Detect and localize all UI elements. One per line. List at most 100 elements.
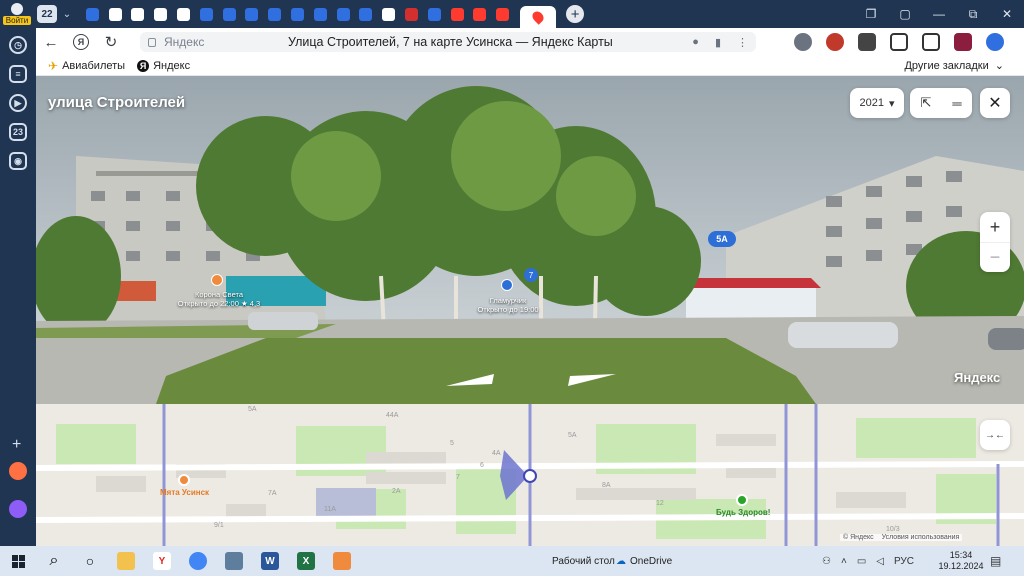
map-label: 8А [602, 482, 611, 489]
pinned-tab[interactable] [332, 0, 355, 28]
yandex-button[interactable]: Я [73, 34, 89, 50]
poi-marker[interactable] [178, 474, 190, 486]
pinned-tab[interactable] [309, 0, 332, 28]
pinned-tab[interactable] [355, 0, 378, 28]
poi-label[interactable]: Корона Света Открыто до 22:00 ★ 4,3 [164, 290, 274, 308]
protect-icon[interactable] [794, 33, 812, 51]
taskbar-calculator[interactable] [216, 546, 252, 576]
clipboard-icon[interactable] [922, 33, 940, 51]
pinned-tab[interactable] [104, 0, 127, 28]
new-tab-button[interactable]: + [566, 5, 585, 23]
more-icon[interactable]: ⋮ [737, 36, 748, 49]
onedrive[interactable]: ☁ OneDrive [616, 556, 672, 567]
chevron-up-icon[interactable]: ˄ [841, 556, 847, 567]
zoom-in-button[interactable]: + [980, 212, 1010, 242]
ext-icon[interactable] [858, 33, 876, 51]
collections-icon[interactable]: ≡ [9, 65, 27, 83]
open-external-icon[interactable]: ⇱ [920, 95, 931, 111]
pinned-tab[interactable] [172, 0, 195, 28]
taskbar-app[interactable] [324, 546, 360, 576]
mini-map[interactable]: 5А 44А 5 7 4А 7А 2А 6 8А 9/1 11А 5А 12 1… [36, 404, 1024, 546]
pinned-tab[interactable] [127, 0, 150, 28]
poi-name[interactable]: Мята Усинск [160, 488, 209, 497]
year-select[interactable]: 2021 ▾ [850, 88, 904, 118]
ext-icon[interactable] [954, 33, 972, 51]
maximize-button[interactable]: ⧉ [956, 7, 990, 22]
house-number-marker[interactable]: 7 [524, 268, 538, 282]
taskbar-explorer[interactable] [108, 546, 144, 576]
address-bar[interactable]: Яндекс Улица Строителей, 7 на карте Усин… [140, 32, 756, 52]
taskbar-word[interactable]: W [252, 546, 288, 576]
active-tab[interactable] [520, 6, 557, 28]
clock[interactable]: 15:34 19.12.2024 [938, 550, 984, 572]
collapse-map-button[interactable]: →← [980, 420, 1010, 450]
bookmark-icon[interactable]: ▮ [715, 36, 721, 49]
back-button[interactable]: ← [36, 34, 66, 51]
download-icon[interactable] [986, 33, 1004, 51]
yandex-icon [496, 7, 510, 21]
map-label: 4А [492, 450, 501, 457]
notifications-icon[interactable]: ▤ [990, 554, 1001, 568]
tab-manager-icon[interactable]: ❐ [854, 7, 888, 21]
pinned-tab[interactable] [400, 0, 423, 28]
other-bookmarks[interactable]: Другие закладки ⌄ [904, 59, 1004, 73]
taskbar-chrome[interactable] [180, 546, 216, 576]
pinned-tab[interactable] [377, 0, 400, 28]
start-button[interactable] [0, 546, 36, 576]
poi-marker[interactable] [736, 494, 748, 506]
pinned-tab[interactable] [491, 0, 514, 28]
zoom-out-button[interactable]: − [980, 242, 1010, 272]
pinned-tab[interactable] [81, 0, 104, 28]
pinned-tab[interactable] [446, 0, 469, 28]
calendar-icon[interactable]: 23 [9, 123, 27, 141]
terms-link[interactable]: Условия использования [882, 534, 960, 541]
screenshot-icon[interactable]: ◉ [9, 152, 27, 170]
language-indicator[interactable]: РУС [894, 556, 914, 567]
puzzle-icon[interactable] [890, 33, 908, 51]
close-panorama-button[interactable]: ✕ [980, 88, 1010, 118]
pinned-tab[interactable] [241, 0, 264, 28]
zen-icon[interactable] [9, 462, 27, 480]
pinned-tab[interactable] [218, 0, 241, 28]
cortana-icon[interactable]: ○ [72, 546, 108, 576]
minimize-button[interactable]: — [922, 7, 956, 21]
volume-icon[interactable]: ◁ [876, 556, 884, 567]
heart-icon [473, 7, 487, 21]
location-icon[interactable]: ● [692, 36, 699, 49]
pinned-tab[interactable] [469, 0, 492, 28]
video-icon[interactable]: ▶ [9, 94, 27, 112]
bookmark-avia[interactable]: ✈ Авиабилеты [48, 59, 125, 73]
poi-marker[interactable] [211, 274, 223, 286]
poi-label[interactable]: Гламурчик Открыто до 19:00 [468, 296, 548, 314]
alice-icon[interactable] [9, 500, 27, 518]
chevron-down-icon[interactable]: ⌄ [57, 4, 77, 24]
search-icon[interactable]: ⌕ [36, 546, 72, 576]
menu-icon[interactable]: ═ [952, 96, 961, 111]
bookmark-panel-icon[interactable]: ▢ [888, 7, 922, 21]
poi-name[interactable]: Будь Здоров! [716, 508, 770, 517]
house-number-badge[interactable]: 5А [708, 231, 736, 247]
desktop-toolbar[interactable]: Рабочий стол [552, 556, 615, 567]
pinned-tab[interactable] [263, 0, 286, 28]
bookmark-yandex[interactable]: Я Яндекс [137, 59, 190, 72]
map-label: 6 [480, 462, 484, 469]
add-panel-icon[interactable]: + [12, 436, 21, 454]
reload-button[interactable]: ↻ [96, 33, 126, 51]
pinned-tabs [81, 0, 514, 28]
pinned-tab[interactable] [149, 0, 172, 28]
close-window-button[interactable]: ✕ [990, 7, 1024, 21]
pinned-tab[interactable] [423, 0, 446, 28]
adguard-icon[interactable] [826, 33, 844, 51]
taskbar-yandex[interactable]: Y [144, 546, 180, 576]
pinned-tab[interactable] [286, 0, 309, 28]
network-icon[interactable]: ▭ [857, 556, 866, 567]
history-icon[interactable]: ◷ [9, 36, 27, 54]
people-icon[interactable]: ⚇ [822, 556, 831, 567]
time: 15:34 [949, 550, 973, 560]
street-panorama[interactable]: улица Строителей 2021 ▾ ⇱ ═ ✕ + − Яндекс… [36, 76, 1024, 404]
login-button[interactable]: Войти [0, 0, 34, 28]
taskbar-excel[interactable]: X [288, 546, 324, 576]
poi-marker[interactable] [501, 279, 513, 291]
pinned-tab[interactable] [195, 0, 218, 28]
tab-count-badge[interactable]: 22 [37, 5, 57, 23]
